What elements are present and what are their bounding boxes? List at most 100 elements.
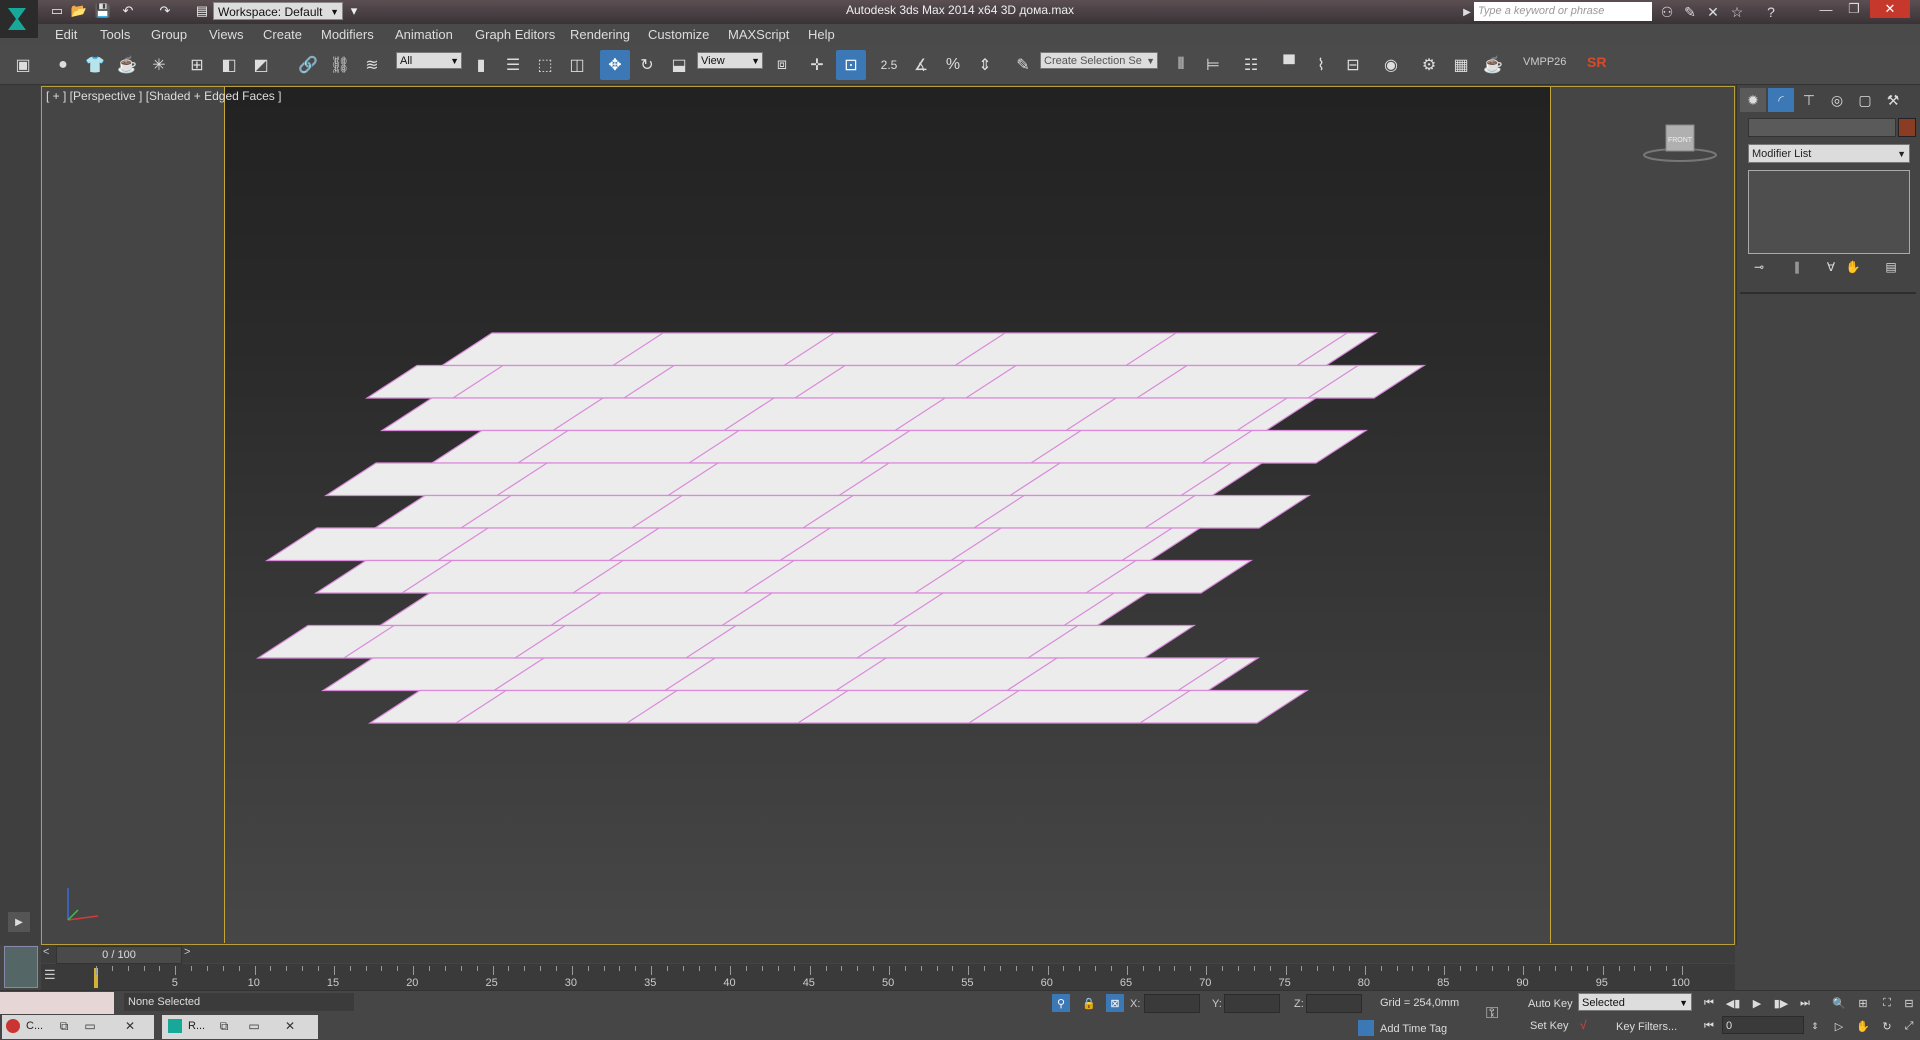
open-mini-curve-icon[interactable]: ☰ bbox=[44, 967, 70, 987]
select-manipulate-icon[interactable]: ✛ bbox=[802, 50, 832, 80]
schematic-icon[interactable]: ⊞ bbox=[182, 50, 212, 80]
task2-restore-icon[interactable]: ⧉ bbox=[214, 1017, 234, 1035]
undo-icon[interactable]: ↶ bbox=[118, 2, 138, 20]
bind-spacewarp-icon[interactable]: ≋ bbox=[357, 50, 387, 80]
plugin-vmpp26-label[interactable]: VMPP26 bbox=[1523, 56, 1566, 68]
pivot-center-icon[interactable]: ⧈ bbox=[767, 50, 797, 80]
expand-panel-icon[interactable]: ▶ bbox=[8, 912, 30, 932]
new-file-icon[interactable]: ▭ bbox=[47, 2, 67, 20]
communication-center-icon[interactable]: ✕ bbox=[1702, 2, 1724, 22]
scale-icon[interactable]: ⬓ bbox=[664, 50, 694, 80]
curve-editor-icon[interactable]: ⌇ bbox=[1306, 50, 1336, 80]
viewport-label[interactable]: [ + ] [Perspective ] [Shaded + Edged Fac… bbox=[46, 89, 281, 103]
auto-key-button[interactable]: Auto Key bbox=[1528, 998, 1573, 1010]
remove-modifier-icon[interactable]: ✋ bbox=[1842, 258, 1864, 276]
selection-lock-icon[interactable]: 🔒 bbox=[1080, 994, 1098, 1012]
render-setup-dialog-icon[interactable]: ⚙ bbox=[1414, 50, 1444, 80]
menu-rendering[interactable]: Rendering bbox=[570, 27, 630, 42]
time-tag-icon[interactable] bbox=[1358, 1020, 1374, 1036]
favorites-star-icon[interactable]: ☆ bbox=[1726, 2, 1748, 22]
hierarchy-tab-icon[interactable]: ⊤ bbox=[1796, 88, 1822, 112]
viewcube[interactable]: FRONT bbox=[1640, 122, 1720, 164]
plugin-sr-label[interactable]: SR bbox=[1587, 54, 1606, 70]
absolute-mode-icon[interactable]: ⊠ bbox=[1106, 994, 1124, 1012]
align-icon[interactable]: ⊨ bbox=[1198, 50, 1228, 80]
link-icon[interactable]: 🔗 bbox=[293, 50, 323, 80]
app-menu-logo-icon[interactable] bbox=[0, 0, 38, 38]
modify-tab-icon[interactable]: ◜ bbox=[1768, 88, 1794, 112]
task1-close-icon[interactable]: ✕ bbox=[120, 1017, 140, 1035]
sphere-icon[interactable]: ● bbox=[48, 50, 78, 80]
menu-animation[interactable]: Animation bbox=[395, 27, 453, 42]
snap-toggle-icon[interactable]: 2.5 bbox=[874, 50, 904, 80]
pan-icon[interactable]: ✋ bbox=[1852, 1017, 1874, 1035]
minimize-button[interactable]: — bbox=[1812, 0, 1840, 18]
material-editor-icon[interactable]: ◉ bbox=[1376, 50, 1406, 80]
search-input[interactable]: Type a keyword or phrase bbox=[1474, 2, 1652, 21]
object-color-swatch[interactable] bbox=[1898, 118, 1916, 137]
goto-start-icon[interactable]: ⏮ bbox=[1698, 994, 1720, 1012]
help-icon[interactable]: ? bbox=[1760, 2, 1782, 22]
time-slider-thumb[interactable]: 0 / 100 bbox=[56, 946, 182, 964]
next-frame-icon[interactable]: ▮▶ bbox=[1770, 994, 1792, 1012]
menu-modifiers[interactable]: Modifiers bbox=[321, 27, 374, 42]
save-file-icon[interactable]: 💾 bbox=[93, 2, 113, 20]
configure-modifier-sets-icon[interactable]: ▤ bbox=[1880, 258, 1902, 276]
render-setup-icon[interactable]: ◩ bbox=[246, 50, 276, 80]
add-time-tag-button[interactable]: Add Time Tag bbox=[1380, 1023, 1447, 1035]
layers-icon[interactable]: ▣ bbox=[8, 50, 38, 80]
spinner-snap-icon[interactable]: ⇕ bbox=[970, 50, 1000, 80]
select-by-name-icon[interactable]: ☰ bbox=[498, 50, 528, 80]
zoom-extents-icon[interactable]: ⛶ bbox=[1876, 994, 1898, 1012]
rotate-icon[interactable]: ↻ bbox=[632, 50, 662, 80]
reference-coord-dropdown[interactable]: View ▼ bbox=[697, 52, 763, 69]
schematic-view-icon[interactable]: ⊟ bbox=[1338, 50, 1368, 80]
pin-stack-icon[interactable]: ⊸ bbox=[1748, 258, 1770, 276]
modifier-list-dropdown[interactable]: Modifier List ▼ bbox=[1748, 144, 1910, 163]
y-coordinate-field[interactable] bbox=[1224, 994, 1280, 1013]
key-selection-dropdown[interactable]: Selected ▼ bbox=[1578, 993, 1692, 1011]
set-key-button[interactable]: Set Key bbox=[1530, 1020, 1569, 1032]
task2-close-icon[interactable]: ✕ bbox=[280, 1017, 300, 1035]
sparkle-icon[interactable]: ✳ bbox=[144, 50, 174, 80]
isolate-selection-icon[interactable]: ⚲ bbox=[1052, 994, 1070, 1012]
rect-selection-icon[interactable]: ⬚ bbox=[530, 50, 560, 80]
frame-spinner-icon[interactable]: ⇕ bbox=[1804, 1017, 1826, 1035]
menu-graph-editors[interactable]: Graph Editors bbox=[475, 27, 555, 42]
maximize-viewport-icon[interactable]: ⤢ bbox=[1898, 1017, 1920, 1035]
task1-maximize-icon[interactable]: ▭ bbox=[80, 1017, 100, 1035]
angle-snap-icon[interactable]: ∡ bbox=[906, 50, 936, 80]
close-button[interactable]: ✕ bbox=[1870, 0, 1910, 18]
field-of-view-icon[interactable]: ▷ bbox=[1828, 1017, 1850, 1035]
keyboard-shortcut-override-icon[interactable]: ⊡ bbox=[836, 50, 866, 80]
project-folder-icon[interactable]: ▤ bbox=[192, 2, 212, 20]
tools-icon[interactable]: ✎ bbox=[1679, 2, 1701, 22]
shirt-icon[interactable]: 👕 bbox=[80, 50, 110, 80]
zoom-icon[interactable]: 🔍 bbox=[1828, 994, 1850, 1012]
key-mode-toggle-icon[interactable]: ⏮ bbox=[1698, 1017, 1720, 1035]
menu-tools[interactable]: Tools bbox=[100, 27, 130, 42]
teapot-icon[interactable]: ☕ bbox=[112, 50, 142, 80]
menu-create[interactable]: Create bbox=[263, 27, 302, 42]
object-name-field[interactable] bbox=[1748, 118, 1896, 137]
menu-group[interactable]: Group bbox=[151, 27, 187, 42]
show-end-result-icon[interactable]: ∥ bbox=[1786, 258, 1808, 276]
render-production-icon[interactable]: ☕ bbox=[1478, 50, 1508, 80]
percent-snap-icon[interactable]: % bbox=[938, 50, 968, 80]
maximize-button[interactable]: ❐ bbox=[1840, 0, 1868, 18]
render-frame-icon[interactable]: ◧ bbox=[214, 50, 244, 80]
menu-help[interactable]: Help bbox=[808, 27, 835, 42]
task1-restore-icon[interactable]: ⧉ bbox=[54, 1017, 74, 1035]
mini-curve-editor-icon[interactable] bbox=[4, 946, 38, 988]
play-icon[interactable]: ▶ bbox=[1746, 994, 1768, 1012]
display-tab-icon[interactable]: ▢ bbox=[1852, 88, 1878, 112]
open-file-icon[interactable]: 📂 bbox=[69, 2, 89, 20]
time-slider[interactable] bbox=[41, 945, 1735, 963]
menu-customize[interactable]: Customize bbox=[648, 27, 709, 42]
motion-tab-icon[interactable]: ◎ bbox=[1824, 88, 1850, 112]
key-filters-button[interactable]: Key Filters... bbox=[1616, 1021, 1677, 1033]
edit-named-selection-icon[interactable]: ✎ bbox=[1008, 50, 1038, 80]
move-icon[interactable]: ✥ bbox=[600, 50, 630, 80]
mirror-icon[interactable]: ⫴ bbox=[1166, 50, 1196, 80]
zoom-extents-all-icon[interactable]: ⊟ bbox=[1898, 994, 1920, 1012]
